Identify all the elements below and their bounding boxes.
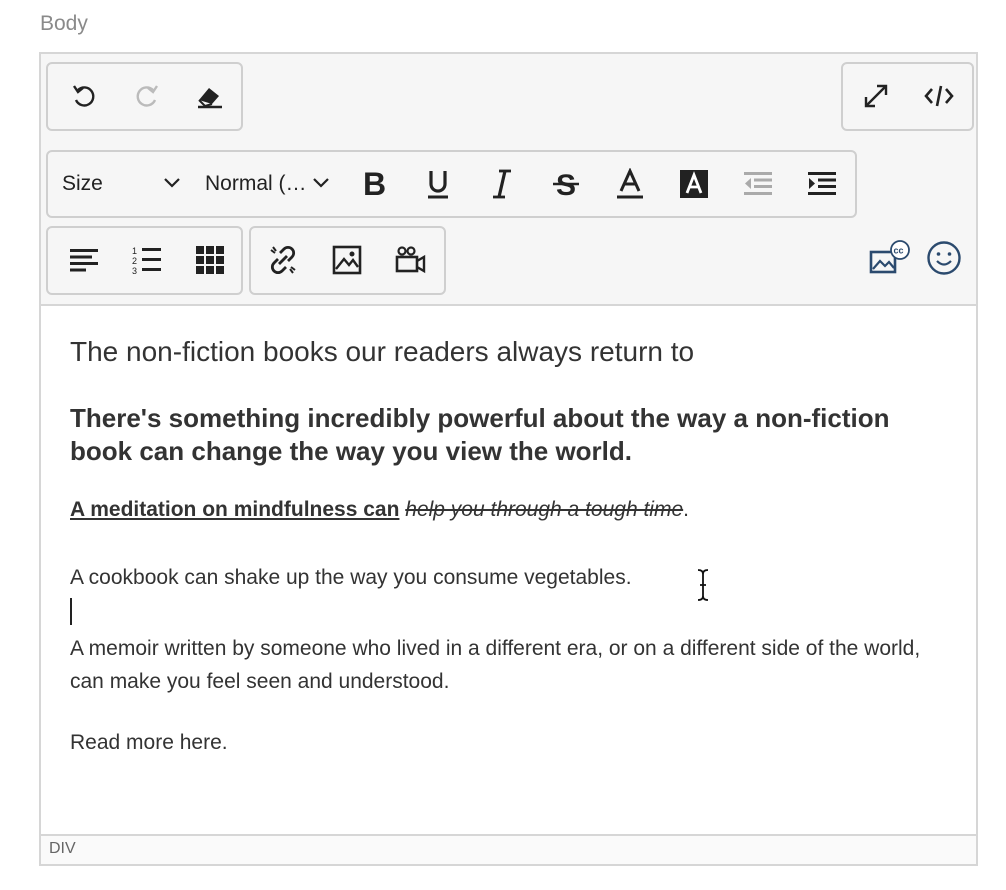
editor-content[interactable]: The non-fiction books our readers always… xyxy=(41,306,976,838)
source-code-button[interactable] xyxy=(917,74,961,118)
svg-text:3: 3 xyxy=(132,266,137,275)
svg-text:cc: cc xyxy=(894,246,904,256)
chevron-down-icon xyxy=(164,178,180,188)
strikethrough-icon: S xyxy=(553,169,579,200)
bold-paragraph: There's something incredibly powerful ab… xyxy=(70,403,890,466)
indent-button[interactable] xyxy=(800,162,844,206)
memoir-paragraph: A memoir written by someone who lived in… xyxy=(70,637,921,693)
outdent-icon xyxy=(744,172,772,195)
read-more-paragraph: Read more here. xyxy=(70,731,228,754)
strikethrough-text: help you through a tough time xyxy=(405,498,684,521)
field-label: Body xyxy=(40,12,88,35)
ordered-list-button[interactable]: 123 xyxy=(125,238,169,282)
size-select[interactable]: Size xyxy=(62,162,192,206)
cookbook-paragraph: A cookbook can shake up the way you cons… xyxy=(70,566,632,589)
table-button[interactable] xyxy=(188,238,232,282)
element-path-statusbar: DIV xyxy=(41,834,976,864)
redo-button[interactable] xyxy=(125,74,169,118)
image-cc-button[interactable]: cc xyxy=(868,236,912,280)
chevron-down-icon xyxy=(313,178,329,188)
editor-toolbar: Size Normal (… B S 1 2 3 cc xyxy=(41,54,976,306)
content-heading: The non-fiction books our readers always… xyxy=(70,336,695,367)
emoji-button[interactable] xyxy=(922,236,966,280)
bold-icon: B xyxy=(363,168,386,200)
underlined-text: A meditation on mindfulness can xyxy=(70,498,400,521)
view-group xyxy=(841,62,974,131)
background-color-button[interactable] xyxy=(672,162,716,206)
undo-button[interactable] xyxy=(62,74,106,118)
image-icon xyxy=(332,245,362,275)
i-beam-cursor-icon xyxy=(697,569,709,601)
period-text: . xyxy=(683,498,689,521)
format-select[interactable]: Normal (… xyxy=(205,162,335,206)
element-path[interactable]: DIV xyxy=(49,840,76,858)
text-color-button[interactable] xyxy=(608,162,652,206)
smiley-icon xyxy=(927,241,961,275)
svg-text:B: B xyxy=(363,168,386,200)
insert-video-button[interactable] xyxy=(389,238,433,282)
unlink-icon xyxy=(270,245,296,275)
insert-group xyxy=(249,226,446,295)
format-group: Size Normal (… B S xyxy=(46,150,857,218)
mindfulness-paragraph: A meditation on mindfulness can help you… xyxy=(70,498,689,522)
align-left-button[interactable] xyxy=(62,238,106,282)
image-cc-icon: cc xyxy=(869,240,910,274)
expand-icon xyxy=(864,84,888,108)
ordered-list-icon: 123 xyxy=(132,246,161,275)
eraser-icon xyxy=(198,88,222,109)
table-icon xyxy=(196,246,224,274)
background-color-icon xyxy=(680,170,708,198)
text-color-icon xyxy=(617,168,643,199)
svg-text:2: 2 xyxy=(132,256,137,266)
underline-button[interactable] xyxy=(416,162,460,206)
text-caret xyxy=(70,598,72,625)
outdent-button[interactable] xyxy=(736,162,780,206)
undo-icon xyxy=(73,85,95,107)
history-group xyxy=(46,62,243,131)
rich-text-editor: Size Normal (… B S 1 2 3 cc The non-fict… xyxy=(39,52,978,866)
strikethrough-button[interactable]: S xyxy=(544,162,588,206)
italic-button[interactable] xyxy=(480,162,524,206)
italic-icon xyxy=(493,169,511,199)
svg-text:1: 1 xyxy=(132,246,137,256)
video-camera-icon xyxy=(395,246,426,274)
clear-formatting-button[interactable] xyxy=(188,74,232,118)
indent-icon xyxy=(808,172,836,195)
paragraph-group: 123 xyxy=(46,226,243,295)
underline-icon xyxy=(428,171,448,199)
format-select-label: Normal (… xyxy=(205,172,307,195)
align-left-icon xyxy=(70,249,98,272)
size-select-label: Size xyxy=(62,172,103,195)
fullscreen-button[interactable] xyxy=(854,74,898,118)
unlink-button[interactable] xyxy=(261,238,305,282)
bold-button[interactable]: B xyxy=(352,162,396,206)
insert-image-button[interactable] xyxy=(325,238,369,282)
code-icon xyxy=(924,85,954,107)
redo-icon xyxy=(136,85,158,107)
